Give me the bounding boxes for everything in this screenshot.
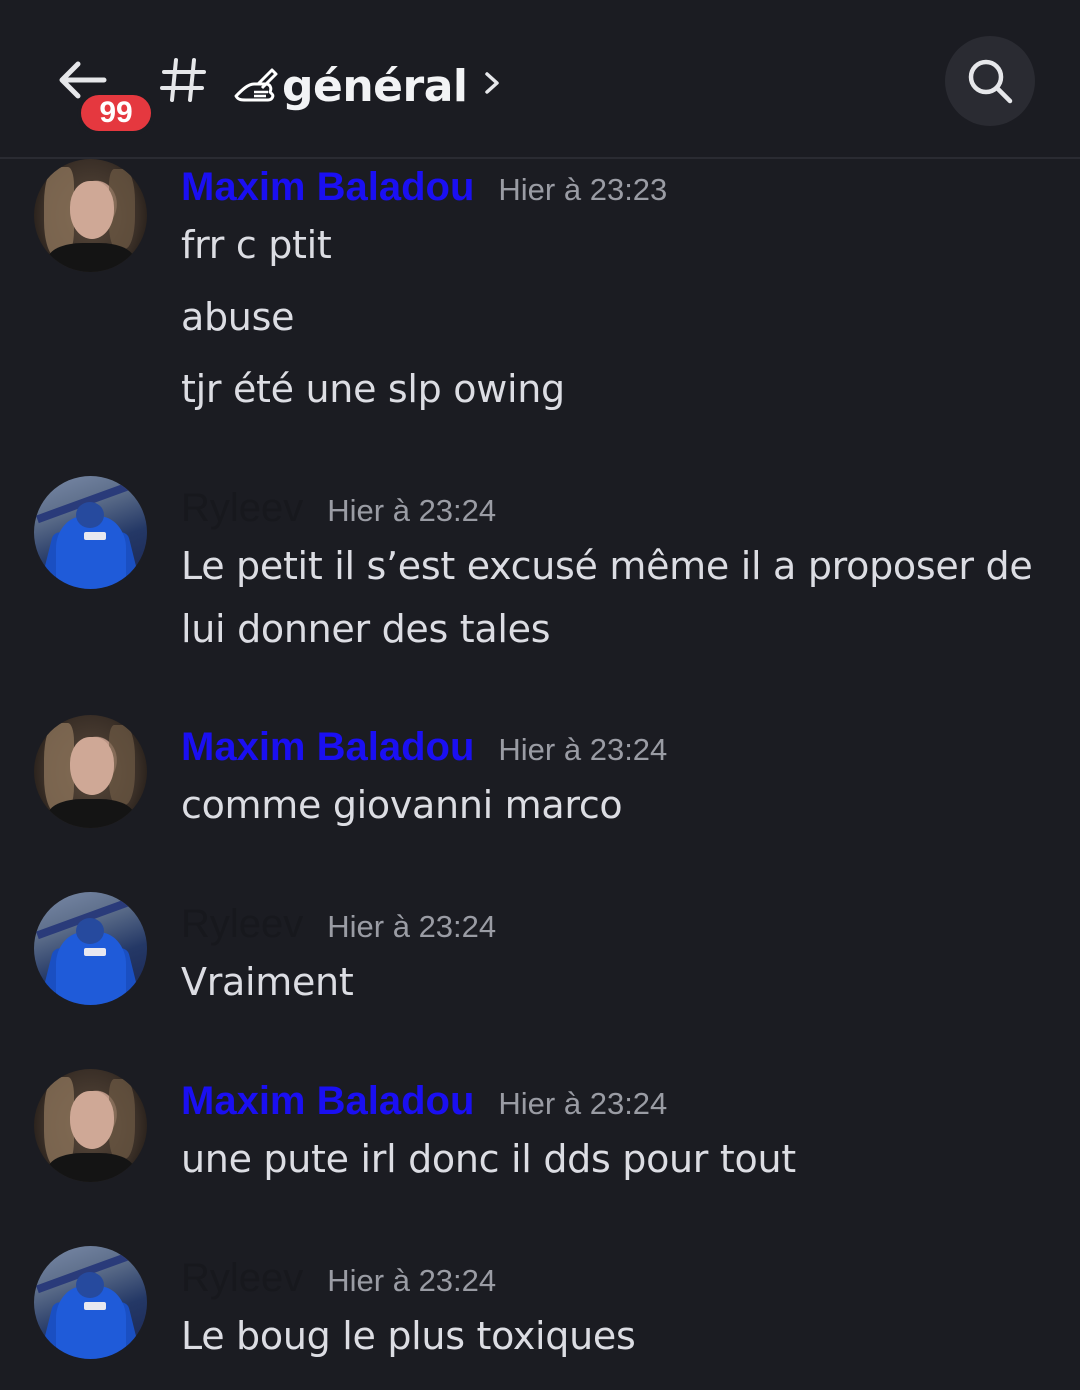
channel-title[interactable]: général: [232, 56, 503, 116]
channel-header: 99 général: [0, 0, 1080, 159]
message-header: Ryleev Hier à 23:24: [181, 486, 496, 531]
author-name[interactable]: Maxim Baladou: [181, 165, 474, 210]
message-text[interactable]: frr c ptit: [181, 223, 1051, 267]
message-text[interactable]: Le boug le plus toxiques: [181, 1314, 1051, 1358]
channel-hash-icon: [160, 58, 206, 102]
timestamp: Hier à 23:24: [498, 732, 668, 767]
chat-screen: 99 général Maxim Baladou Hier à 23:23 fr…: [0, 0, 1080, 1390]
message-header: Maxim Baladou Hier à 23:24: [181, 725, 667, 770]
avatar[interactable]: [34, 1246, 147, 1359]
unread-badge: 99: [77, 91, 155, 135]
message-text[interactable]: abuse: [181, 295, 1051, 339]
timestamp: Hier à 23:24: [498, 1086, 668, 1121]
avatar[interactable]: [34, 715, 147, 828]
writing-hand-icon: [234, 68, 278, 102]
timestamp: Hier à 23:24: [327, 493, 497, 528]
message-header: Maxim Baladou Hier à 23:23: [181, 165, 667, 210]
message-text[interactable]: Vraiment: [181, 960, 1051, 1004]
author-name[interactable]: Ryleev: [181, 902, 303, 947]
avatar[interactable]: [34, 476, 147, 589]
search-icon: [968, 59, 1013, 104]
message-header: Ryleev Hier à 23:24: [181, 1256, 496, 1301]
author-name[interactable]: Maxim Baladou: [181, 725, 474, 770]
message-text[interactable]: une pute irl donc il dds pour tout: [181, 1137, 1051, 1181]
message-header: Maxim Baladou Hier à 23:24: [181, 1079, 667, 1124]
chevron-right-icon: [485, 72, 500, 94]
message-text[interactable]: lui donner des tales: [181, 607, 1051, 651]
author-name[interactable]: Ryleev: [181, 1256, 303, 1301]
timestamp: Hier à 23:24: [327, 1263, 497, 1298]
avatar[interactable]: [34, 892, 147, 1005]
channel-name: général: [282, 60, 468, 112]
message-text[interactable]: tjr été une slp owing: [181, 367, 1051, 411]
author-name[interactable]: Maxim Baladou: [181, 1079, 474, 1124]
message-text[interactable]: Le petit il s’est excusé même il a propo…: [181, 544, 1051, 588]
message-header: Ryleev Hier à 23:24: [181, 902, 496, 947]
avatar[interactable]: [34, 1069, 147, 1182]
timestamp: Hier à 23:23: [498, 172, 668, 207]
timestamp: Hier à 23:24: [327, 909, 497, 944]
search-button[interactable]: [945, 36, 1035, 126]
message-text[interactable]: comme giovanni marco: [181, 783, 1051, 827]
message-list[interactable]: Maxim Baladou Hier à 23:23 frr c ptit ab…: [0, 159, 1080, 1390]
author-name[interactable]: Ryleev: [181, 486, 303, 531]
avatar[interactable]: [34, 159, 147, 272]
